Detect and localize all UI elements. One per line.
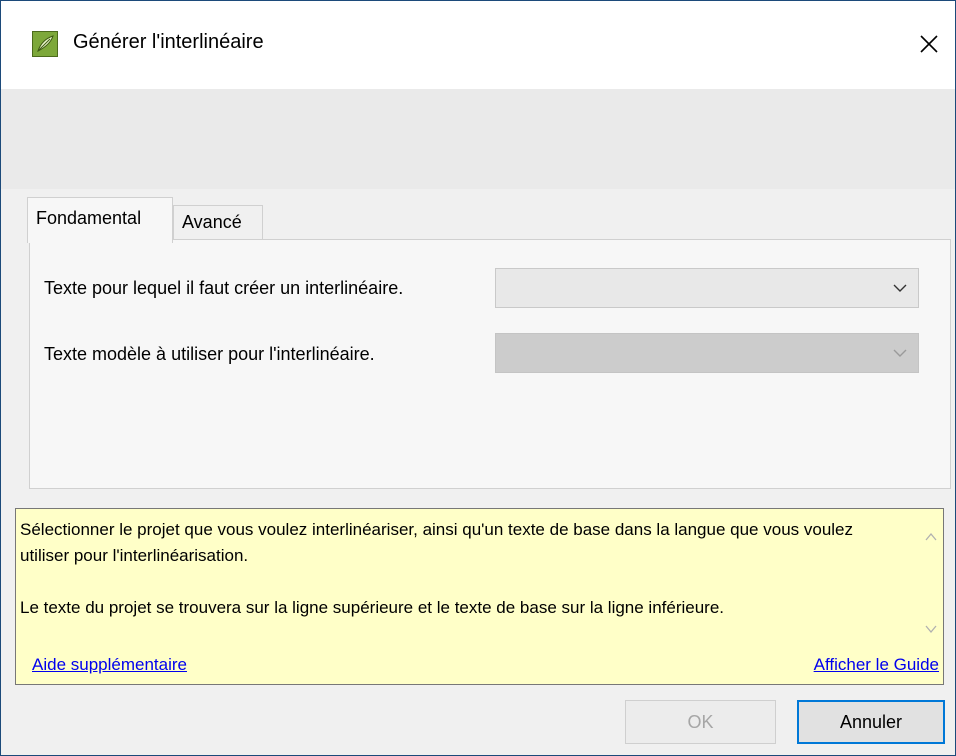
help-paragraph: Sélectionner le projet que vous voulez i… [20, 520, 854, 565]
help-text: Sélectionner le projet que vous voulez i… [20, 517, 900, 621]
model-text-label: Texte modèle à utiliser pour l'interliné… [44, 344, 375, 364]
help-panel: Sélectionner le projet que vous voulez i… [15, 508, 944, 685]
title-bar: Générer l'interlinéaire [1, 1, 955, 89]
dialog-window: Générer l'interlinéaire Avancé Fondament… [0, 0, 956, 756]
app-leaf-icon [32, 31, 58, 57]
more-help-link[interactable]: Aide supplémentaire [32, 655, 187, 675]
scroll-up-icon[interactable] [924, 531, 938, 543]
cancel-button[interactable]: Annuler [797, 700, 945, 744]
close-icon[interactable] [919, 34, 939, 54]
source-text-label: Texte pour lequel il faut créer un inter… [44, 278, 404, 298]
tab-panel-fondamental: Texte pour lequel il faut créer un inter… [29, 239, 951, 489]
ok-button[interactable]: OK [625, 700, 776, 744]
close-button[interactable] [906, 21, 952, 67]
show-guide-link[interactable]: Afficher le Guide [814, 655, 939, 675]
window-title: Générer l'interlinéaire [73, 31, 264, 53]
header-area [1, 89, 955, 189]
help-paragraph: Le texte du projet se trouvera sur la li… [20, 598, 725, 617]
tab-fondamental[interactable]: Fondamental [27, 197, 173, 243]
chevron-down-icon [893, 284, 907, 292]
chevron-down-icon [893, 349, 907, 357]
tab-avance[interactable]: Avancé [173, 205, 263, 241]
model-text-dropdown[interactable] [495, 333, 919, 373]
scroll-down-icon[interactable] [924, 623, 938, 635]
source-text-dropdown[interactable] [495, 268, 919, 308]
